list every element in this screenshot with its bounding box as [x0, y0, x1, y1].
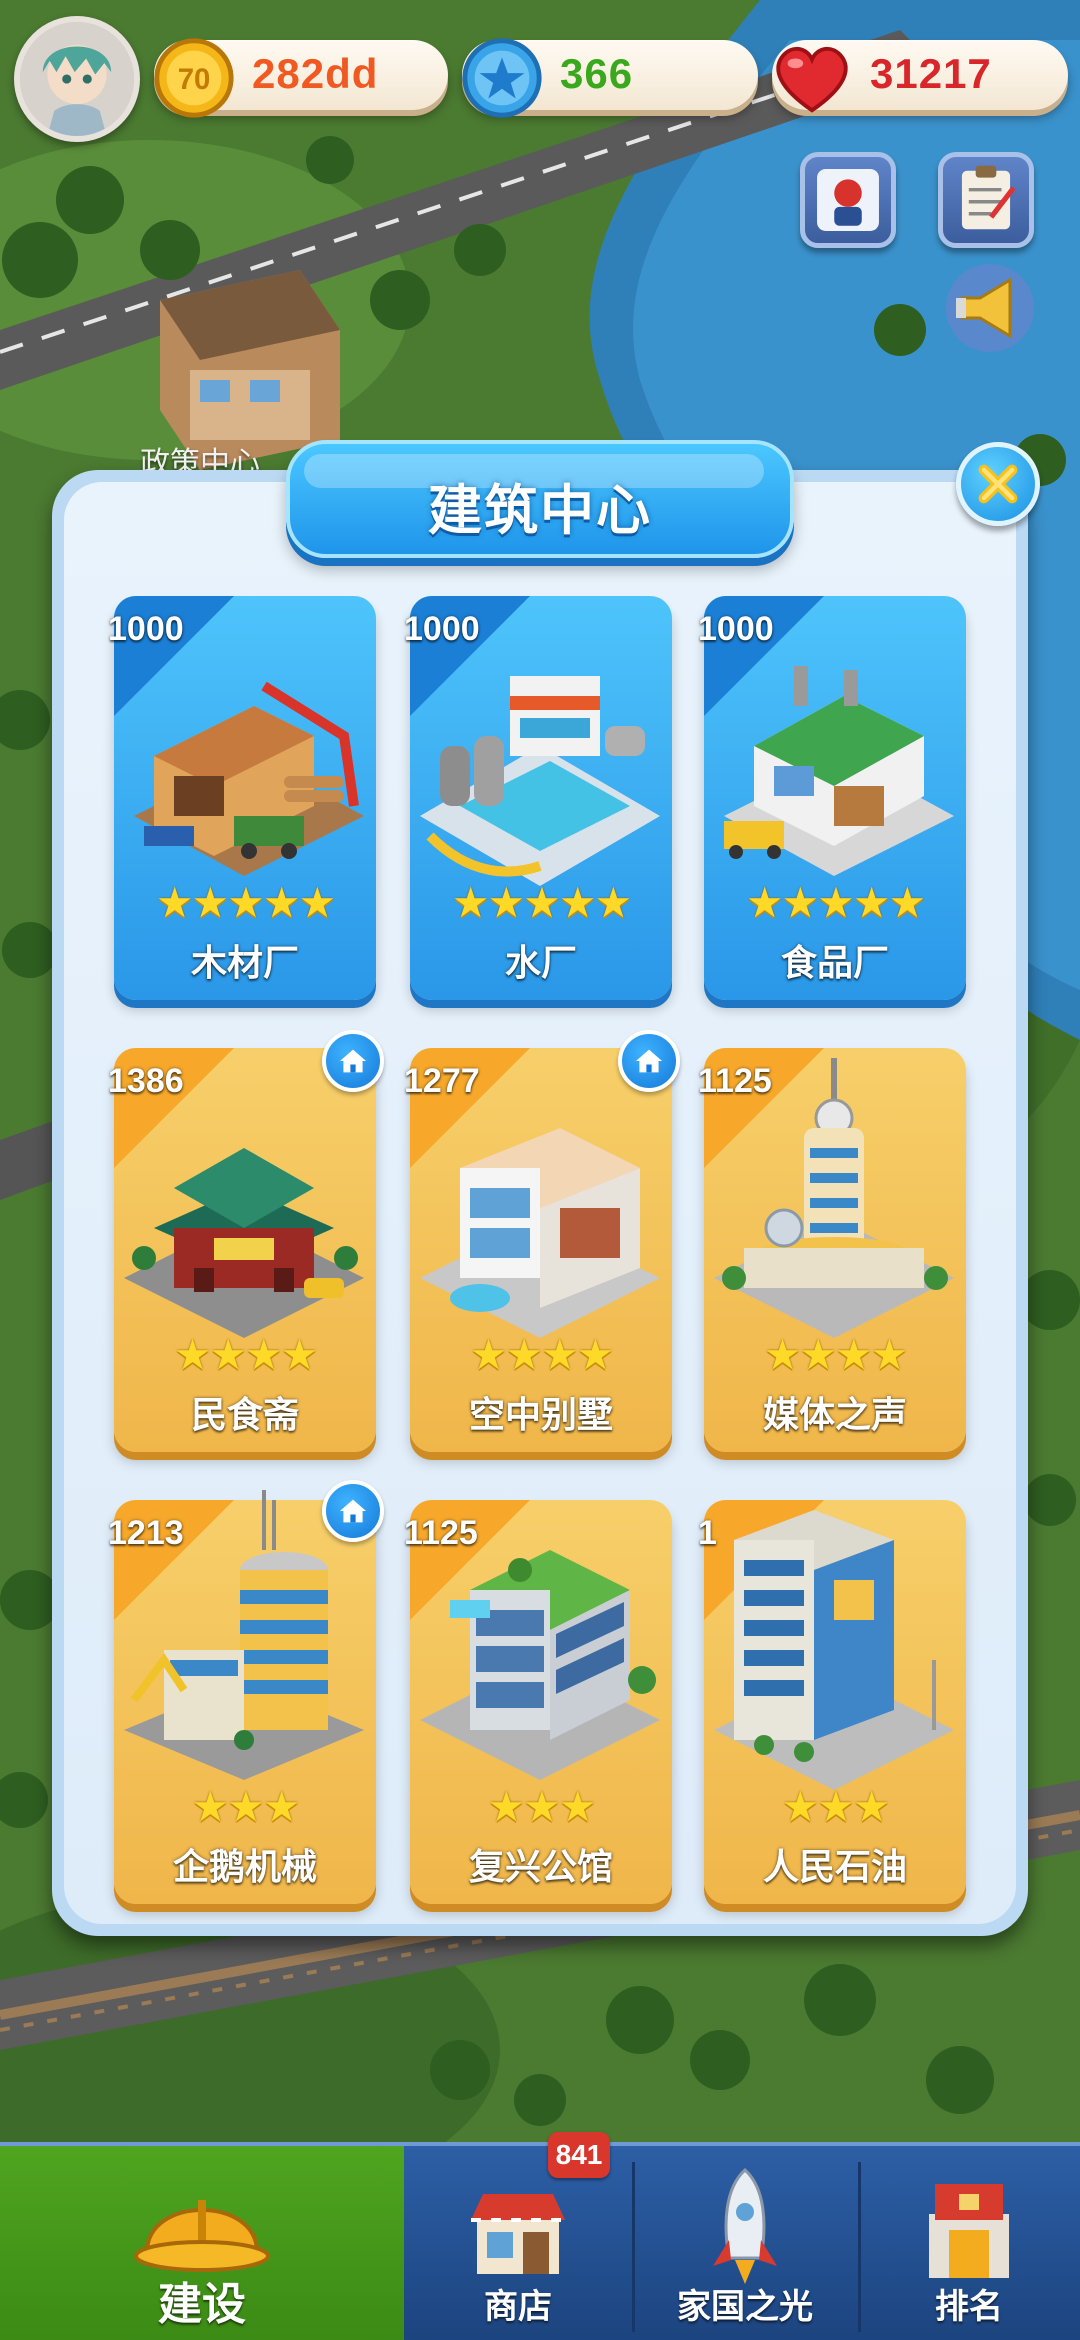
nav-label: 家国之光 [677, 2287, 813, 2327]
megaphone-icon [946, 264, 1034, 352]
heart-counter[interactable]: 31217 [772, 40, 1068, 113]
building-name: 木材厂 [190, 943, 299, 984]
building-card-lumber-mill[interactable]: 1000 ★★★★★ 木材厂 [108, 596, 376, 1000]
blue-star-value: 366 [560, 50, 634, 97]
building-price: 1125 [404, 1514, 478, 1552]
building-name: 民食斋 [190, 1395, 299, 1436]
building-card-revival-mansion[interactable]: 1125 ★★★ 复兴公馆 [404, 1500, 672, 1904]
building-name: 复兴公馆 [468, 1847, 613, 1888]
building-card-restaurant[interactable]: 1386 ★★★★ 民食斋 [108, 1048, 376, 1452]
restaurant-icon [114, 1078, 376, 1348]
dialog-title-banner: 建筑中心 [286, 440, 794, 558]
building-card-water-plant[interactable]: 1000 ★★★★★ 水厂 [404, 596, 672, 1000]
building-price: 1000 [108, 610, 184, 648]
heart-value: 31217 [870, 50, 992, 97]
task-list-button[interactable] [938, 152, 1034, 248]
bottom-navigation: 建设 商店 家国之光 排名 [0, 2142, 1080, 2340]
home-badge-icon [322, 1480, 384, 1542]
star-rating: ★★★★ [763, 1330, 909, 1379]
svg-text:70: 70 [178, 63, 211, 96]
character-button[interactable] [800, 152, 896, 248]
gold-coin-counter[interactable]: 70 282dd [154, 38, 448, 118]
character-icon [817, 169, 879, 231]
shop-icon [463, 2176, 573, 2286]
ranking-icon [919, 2170, 1019, 2284]
building-card-people-petroleum[interactable]: 1 ★★★ 人民石油 [698, 1500, 966, 1904]
player-avatar[interactable] [14, 16, 140, 142]
nav-label: 商店 [484, 2287, 552, 2327]
building-name: 企鹅机械 [172, 1847, 317, 1888]
nav-label: 建设 [158, 2279, 246, 2330]
star-rating: ★★★ [781, 1782, 891, 1831]
food-factory-icon [704, 626, 966, 896]
close-icon [978, 464, 1018, 504]
gold-coin-value: 282dd [252, 50, 379, 97]
shop-count-badge: 841 [548, 2132, 610, 2178]
building-name: 食品厂 [780, 943, 889, 984]
rocket-icon [695, 2164, 795, 2288]
building-price: 1213 [108, 1514, 184, 1552]
blue-star-icon [458, 34, 546, 122]
nav-tab-national-glory[interactable]: 家国之光 [632, 2146, 858, 2340]
building-name: 空中别墅 [468, 1395, 613, 1436]
tv-station-icon [704, 1058, 966, 1348]
building-price: 1386 [108, 1062, 184, 1100]
building-card-penguin-machinery[interactable]: 1213 ★★★ 企鹅机械 [108, 1490, 376, 1904]
star-rating: ★★★★★ [745, 878, 926, 927]
mansion-icon [410, 1530, 672, 1800]
clipboard-icon [961, 165, 1016, 230]
building-name: 媒体之声 [762, 1395, 907, 1436]
building-card-food-factory[interactable]: 1000 ★★★★★ 食品厂 [698, 596, 966, 1000]
home-badge-icon [618, 1030, 680, 1092]
building-price: 1277 [404, 1062, 480, 1100]
star-rating: ★★★★ [469, 1330, 615, 1379]
building-price: 1000 [404, 610, 480, 648]
office-tower-icon [704, 1510, 966, 1800]
nav-label: 排名 [935, 2287, 1003, 2327]
home-badge-icon [322, 1030, 384, 1092]
star-rating: ★★★★★ [451, 878, 632, 927]
building-price: 1 [698, 1514, 717, 1552]
building-card-sky-villa[interactable]: 1277 ★★★★ 空中别墅 [404, 1048, 672, 1452]
building-price: 1125 [698, 1062, 772, 1100]
dialog-title: 建筑中心 [428, 479, 652, 542]
sky-villa-icon [410, 1078, 672, 1348]
heart-icon [768, 34, 856, 122]
announcement-button[interactable] [940, 258, 1040, 358]
building-name: 水厂 [504, 943, 577, 984]
close-button[interactable] [956, 442, 1040, 526]
building-card-media-voice[interactable]: 1125 ★★★★ 媒体之声 [698, 1048, 966, 1452]
nav-tab-build[interactable]: 建设 [0, 2146, 404, 2340]
building-price: 1000 [698, 610, 774, 648]
water-plant-icon [410, 626, 672, 896]
lumber-mill-icon [114, 626, 376, 896]
machinery-factory-icon [114, 1490, 376, 1800]
nav-tab-ranking[interactable]: 排名 [858, 2146, 1080, 2340]
star-rating: ★★★ [487, 1782, 597, 1831]
star-rating: ★★★★★ [155, 878, 336, 927]
gold-coin-icon: 70 [150, 34, 238, 122]
blue-star-counter[interactable]: 366 [462, 38, 758, 118]
star-rating: ★★★ [191, 1782, 301, 1831]
star-rating: ★★★★ [173, 1330, 319, 1379]
building-name: 人民石油 [762, 1847, 907, 1888]
